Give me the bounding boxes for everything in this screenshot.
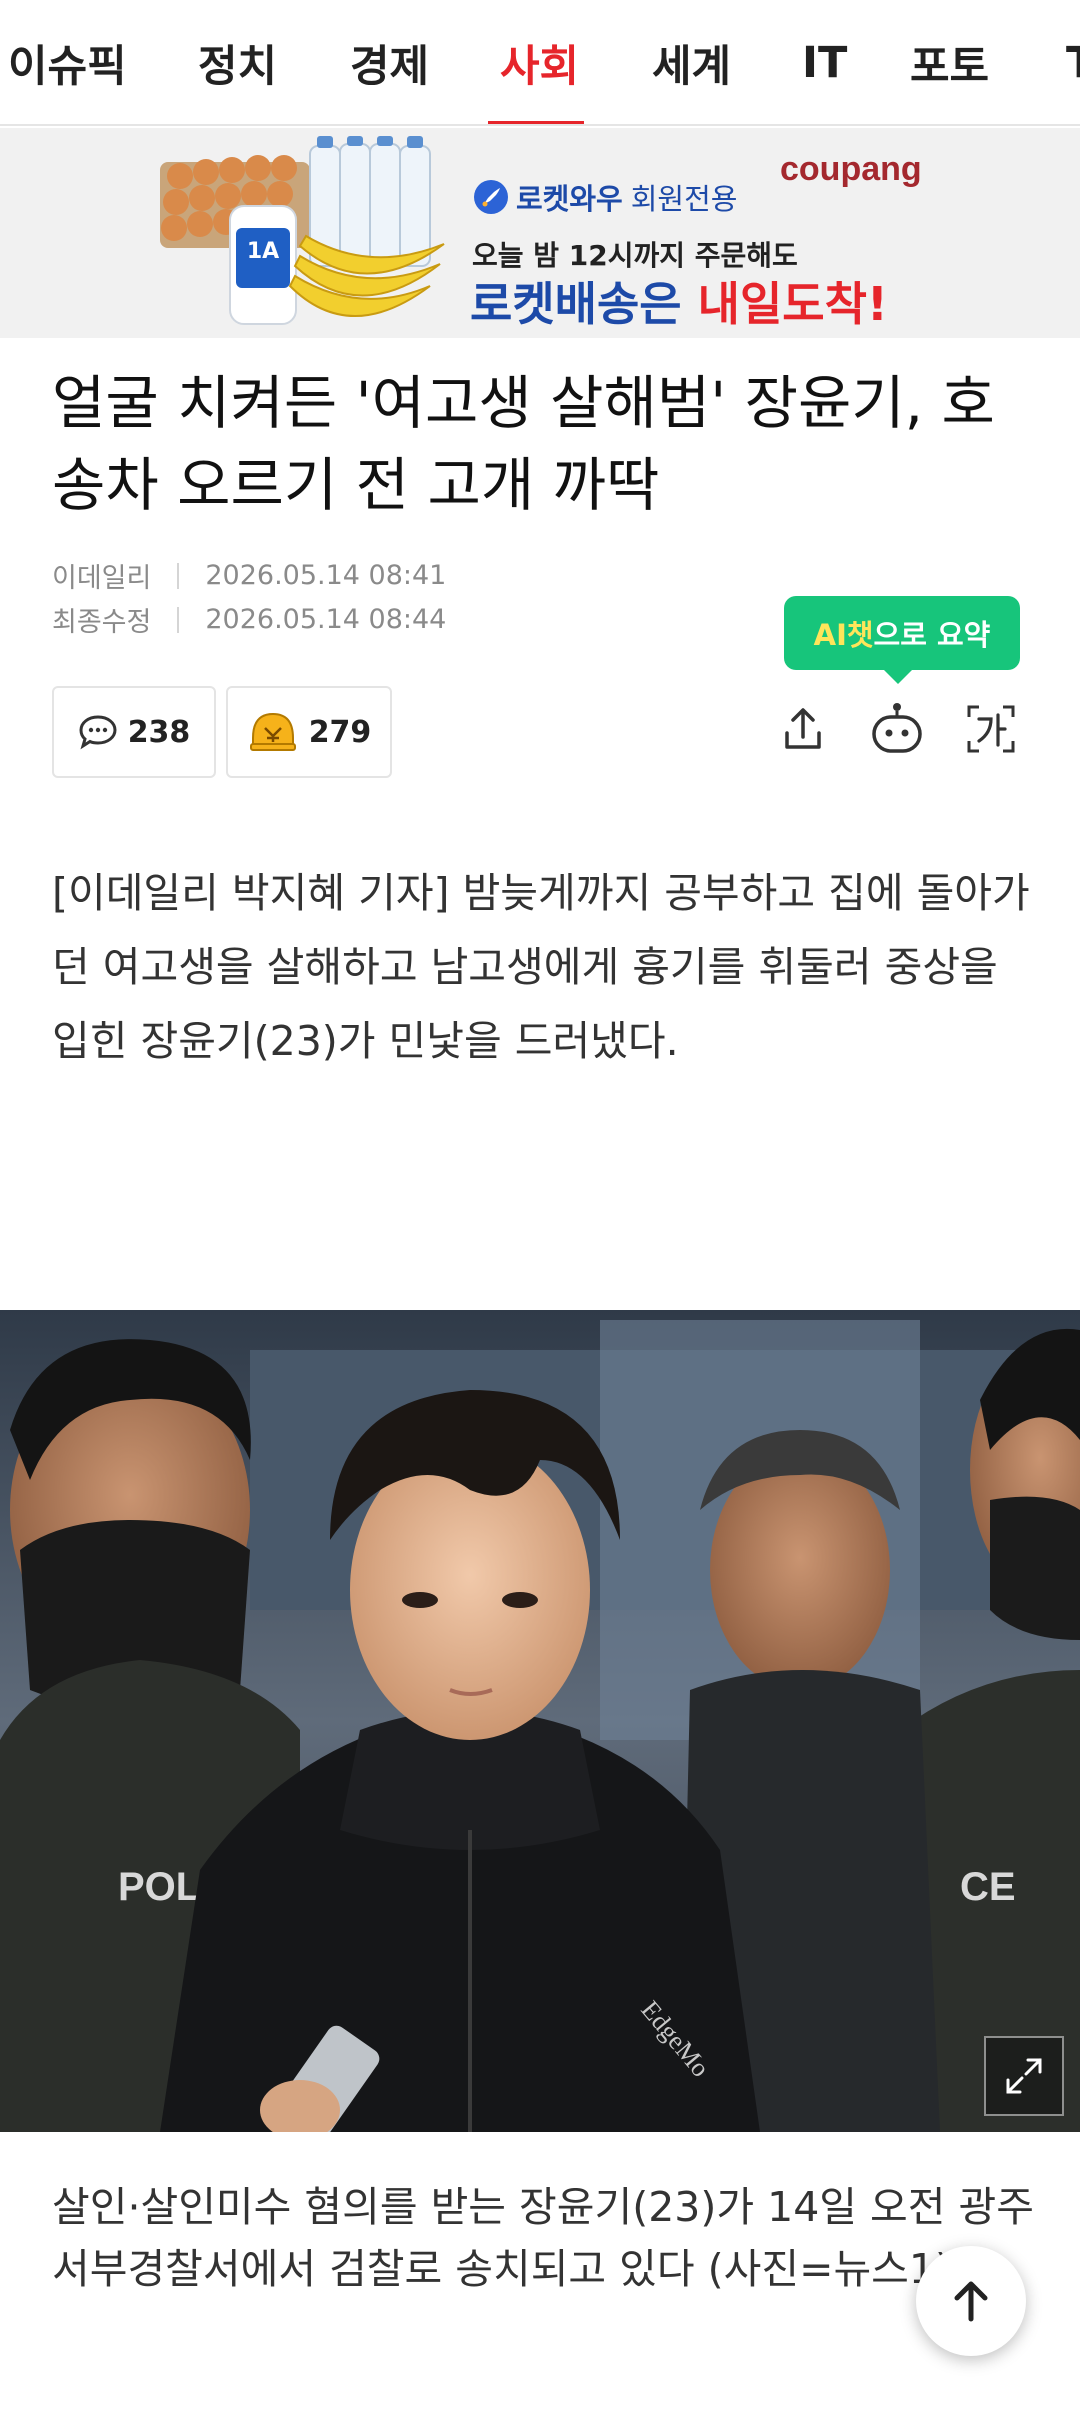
vest-text-left: POL [118, 1865, 200, 1909]
comment-button[interactable]: 238 [52, 686, 216, 778]
like-button[interactable]: 279 [226, 686, 392, 778]
nav-tab-world[interactable]: 세계 [652, 0, 731, 124]
article-source[interactable]: 이데일리 [52, 556, 151, 595]
milk-brand-label: 1A [247, 239, 279, 264]
coupang-ad-banner[interactable]: 1A 로켓와우 회원전용 오늘 밤 12시까지 주문해도 로켓배송은 내일도착!… [0, 128, 1080, 338]
ai-bot-icon [872, 703, 922, 753]
ad-headline-tomorrow: 내일도착! [697, 277, 888, 331]
nav-tab-economy[interactable]: 경제 [350, 0, 429, 124]
ad-headline-rocket-delivery: 로켓배송은 [470, 277, 698, 331]
font-size-icon [967, 705, 1015, 753]
category-nav: 이슈픽 정치 경제 사회 세계 IT 포토 T [0, 0, 1080, 126]
ad-rocket-wow-line: 로켓와우 회원전용 [474, 176, 737, 218]
modified-time: 2026.05.14 08:44 [205, 604, 447, 635]
like-count: 279 [308, 714, 372, 750]
ad-member-only-text: 회원전용 [630, 182, 738, 216]
nav-tab-politics[interactable]: 정치 [198, 0, 277, 124]
expand-icon [1006, 2058, 1042, 2094]
article-photo[interactable]: POL CE EdgeMo [0, 1310, 1080, 2132]
coupang-logo-text: coupang [780, 150, 922, 188]
nav-tab-photo[interactable]: 포토 [910, 0, 989, 124]
comment-count: 238 [127, 714, 191, 750]
active-tab-indicator [488, 121, 584, 124]
coupang-logo: coupang [780, 146, 940, 199]
comment-icon [79, 715, 117, 750]
article-meta-modified: 최종수정 2026.05.14 08:44 [52, 600, 446, 639]
vest-text-right: CE [960, 1865, 1016, 1909]
share-icon [785, 708, 821, 749]
ad-rocket-wow-text: 로켓와우 [516, 182, 623, 216]
ai-chat-label: AI챗 [813, 618, 874, 652]
share-button[interactable] [768, 694, 838, 764]
published-time: 2026.05.14 08:41 [205, 560, 447, 591]
nav-tab-society[interactable]: 사회 [500, 0, 579, 124]
font-size-button[interactable] [956, 694, 1026, 764]
rocket-icon [474, 180, 508, 214]
article-photo-image: POL CE EdgeMo [0, 1310, 1080, 2132]
like-icon [249, 712, 296, 751]
ad-headline: 로켓배송은 내일도착! [470, 268, 888, 334]
nav-tab-more[interactable]: T [1066, 0, 1080, 124]
meta-divider [177, 562, 180, 589]
article-meta-published: 이데일리 2026.05.14 08:41 [52, 556, 446, 595]
photo-expand-button[interactable] [984, 2036, 1064, 2116]
scroll-to-top-button[interactable] [916, 2246, 1026, 2356]
nav-tab-issue-pick[interactable]: 이슈픽 [8, 0, 127, 124]
ai-summary-label: 으로 요약 [873, 618, 991, 652]
ai-summary-button[interactable]: AI챗 으로 요약 [784, 596, 1020, 684]
nav-tab-it[interactable]: IT [802, 0, 847, 124]
article-lead-paragraph: [이데일리 박지혜 기자] 밤늦게까지 공부하고 집에 돌아가던 여고생을 살해… [52, 869, 1030, 1065]
arrow-up-icon [954, 2281, 988, 2322]
meta-divider [177, 606, 180, 633]
ai-bot-button[interactable] [862, 694, 932, 764]
modified-label: 최종수정 [52, 607, 152, 638]
ad-products-image: 1A [160, 136, 445, 325]
photo-caption: 살인·살인미수 혐의를 받는 장윤기(23)가 14일 오전 광주 서부경찰서에… [52, 2183, 1034, 2293]
article-headline: 얼굴 치켜든 '여고생 살해범' 장윤기, 호송차 오르기 전 고개 까딱 [52, 369, 995, 519]
